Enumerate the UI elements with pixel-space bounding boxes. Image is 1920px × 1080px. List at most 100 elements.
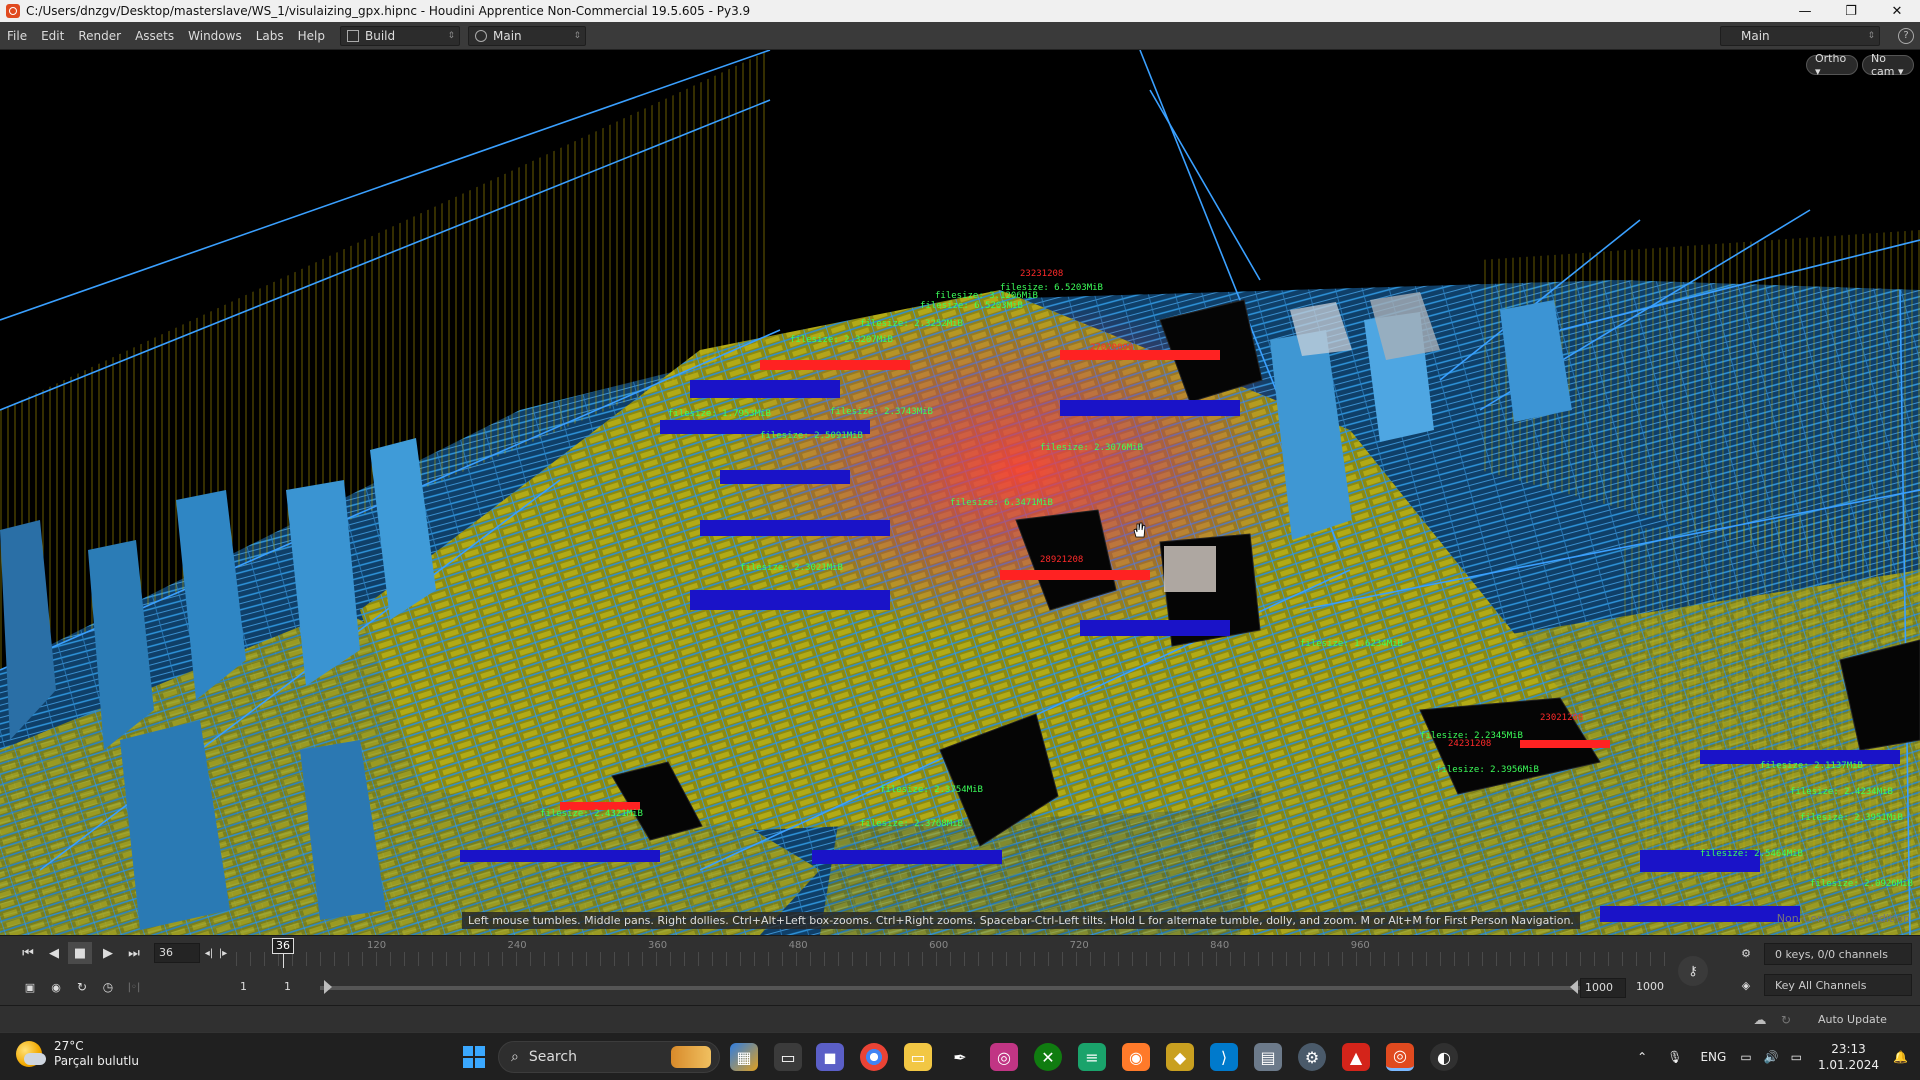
filesize-label: filesize: 2.4321MiB <box>540 809 643 819</box>
maximize-button[interactable]: ❐ <box>1828 0 1874 22</box>
chevron-updown-icon: ⇕ <box>1867 30 1875 41</box>
current-frame-marker[interactable]: 36 <box>272 938 294 954</box>
pane-main-select[interactable]: Main ⇕ <box>1720 25 1880 46</box>
realtime-icon[interactable]: ▣ <box>18 976 42 998</box>
playbar: ⏮ ◀ ■ ▶ ⏭ 36 ◂| |▸ 120 240 360 480 600 7… <box>0 935 1920 1005</box>
widgets-icon[interactable]: ▦ <box>730 1043 758 1071</box>
menu-edit[interactable]: Edit <box>34 29 71 43</box>
menu-help[interactable]: Help <box>291 29 332 43</box>
step-back-icon[interactable]: ◂| <box>202 942 216 964</box>
loop-icon[interactable]: ↻ <box>70 976 94 998</box>
range-slider[interactable] <box>320 986 1580 990</box>
jump-end-icon[interactable]: ⏭ <box>122 942 146 964</box>
language-indicator[interactable]: ENG <box>1700 1050 1726 1064</box>
teams-chat-icon[interactable]: ◼ <box>816 1043 844 1071</box>
vscode-icon[interactable]: ⟩ <box>1210 1043 1238 1071</box>
filesize-label: filesize: 2.3951MiB <box>1800 813 1903 823</box>
menu-labs[interactable]: Labs <box>249 29 291 43</box>
filesize-label: filesize: 2.3076MiB <box>1040 443 1143 453</box>
unity-hub-icon[interactable]: ◆ <box>1166 1043 1194 1071</box>
houdini-launcher-icon[interactable]: ◐ <box>1430 1043 1458 1071</box>
battery-icon[interactable]: ▭ <box>1791 1050 1802 1064</box>
play-reverse-icon[interactable]: ◀ <box>42 942 66 964</box>
range-start-field[interactable]: 1 <box>236 978 274 998</box>
scene-viewport[interactable]: filesize: 6.5203MiB filesize: 3.1206MiB fi… <box>0 50 1920 935</box>
step-forward-icon[interactable]: |▸ <box>216 942 230 964</box>
tick-label: 360 <box>648 940 668 951</box>
filesize-label: filesize: 2.3743MiB <box>830 407 933 417</box>
clock[interactable]: 23:13 1.01.2024 <box>1818 1041 1879 1073</box>
range-end-field[interactable]: 1000 <box>1580 978 1626 998</box>
filesize-label: filesize: 1.6234MiB <box>1300 639 1403 649</box>
filesize-label: filesize: 2.3021MiB <box>740 563 843 573</box>
range-start-handle[interactable] <box>324 980 332 994</box>
key-icon[interactable]: ⚷ <box>1678 956 1708 986</box>
task-view-icon[interactable]: ▭ <box>774 1043 802 1071</box>
filesize-label: filesize: 2.3754MiB <box>880 785 983 795</box>
chrome-icon[interactable] <box>860 1043 888 1071</box>
volume-icon[interactable]: 🔊 <box>1764 1050 1779 1064</box>
stop-icon[interactable]: ■ <box>68 942 92 964</box>
notes-icon[interactable]: ≡ <box>1078 1043 1106 1071</box>
ortho-view-button[interactable]: Ortho ▾ <box>1806 52 1858 78</box>
search-icon: ⌕ <box>511 1049 519 1065</box>
houdini-taskbar-icon[interactable]: ◎ <box>1386 1043 1414 1071</box>
minimize-button[interactable]: — <box>1782 0 1828 22</box>
acrobat-icon[interactable]: ▲ <box>1342 1043 1370 1071</box>
windows-taskbar: 27°C Parçalı bulutlu ⌕ Search ▦ ▭ ◼ ▭ ✒ … <box>0 1032 1920 1080</box>
filesize-label: filesize: 2.1137MiB <box>1760 761 1863 771</box>
timestamp-label: 23231208 <box>1020 269 1063 279</box>
camera-menu-button[interactable]: No cam ▾ <box>1862 52 1914 78</box>
remote-desktop-icon[interactable]: ▤ <box>1254 1043 1282 1071</box>
menu-assets[interactable]: Assets <box>128 29 181 43</box>
window-titlebar: C:/Users/dnzgv/Desktop/masterslave/WS_1/… <box>0 0 1920 22</box>
instagram-icon[interactable]: ◎ <box>990 1043 1018 1071</box>
clock-icon[interactable]: ◷ <box>96 976 120 998</box>
range-end-handle[interactable] <box>1570 980 1578 994</box>
refresh-icon[interactable]: ↻ <box>1774 1009 1798 1031</box>
file-explorer-icon[interactable]: ▭ <box>904 1043 932 1071</box>
desktop-build-select[interactable]: Build ⇕ <box>340 25 460 46</box>
network-icon[interactable]: ▭ <box>1740 1050 1751 1064</box>
microphone-icon[interactable]: 🎙 <box>1667 1050 1682 1064</box>
timeline-ruler[interactable]: 120 240 360 480 600 720 840 960 <box>236 940 1670 968</box>
key-all-channels-button[interactable]: Key All Channels <box>1764 974 1912 996</box>
keyframe-icon[interactable]: ◈ <box>1734 974 1758 996</box>
notification-bell-icon[interactable]: 🔔 <box>1893 1050 1908 1064</box>
xbox-icon[interactable]: ✕ <box>1034 1043 1062 1071</box>
menu-windows[interactable]: Windows <box>181 29 249 43</box>
timestamp-label: 28921208 <box>1040 555 1083 565</box>
menu-render[interactable]: Render <box>71 29 128 43</box>
search-placeholder: Search <box>528 1049 577 1065</box>
timestamp-label: 24231208 <box>1448 739 1491 749</box>
chevron-up-icon[interactable]: ⌃ <box>1637 1050 1647 1064</box>
shelf-main-select[interactable]: Main ⇕ <box>468 25 586 46</box>
jump-start-icon[interactable]: ⏮ <box>16 942 40 964</box>
settings-icon[interactable]: ⚙ <box>1298 1043 1326 1071</box>
filesize-label: filesize: 6.3471MiB <box>950 498 1053 508</box>
play-forward-icon[interactable]: ▶ <box>96 942 120 964</box>
cloud-icon[interactable]: ☁ <box>1748 1009 1772 1031</box>
auto-update-select[interactable]: Auto Update <box>1800 1008 1912 1030</box>
menu-file[interactable]: File <box>0 29 34 43</box>
range-end-field-2[interactable]: 1000 <box>1632 978 1678 998</box>
audio-icon[interactable]: ◉ <box>44 976 68 998</box>
desktop-icon <box>347 29 359 42</box>
weather-widget[interactable]: 27°C Parçalı bulutlu <box>16 1039 139 1069</box>
range-icon[interactable]: |◦| <box>122 976 146 998</box>
hand-cursor-icon <box>1132 522 1146 538</box>
viewport-scene[interactable]: filesize: 6.5203MiBfilesize: 3.1206MiB fi… <box>0 50 1920 935</box>
range-start-field-2[interactable]: 1 <box>280 978 318 998</box>
close-button[interactable]: ✕ <box>1874 0 1920 22</box>
taskbar-search[interactable]: ⌕ Search <box>498 1041 720 1073</box>
channel-icon[interactable]: ⚙ <box>1734 942 1758 964</box>
windows-start-icon[interactable] <box>460 1043 488 1071</box>
help-icon[interactable]: ? <box>1898 27 1914 44</box>
tick-label: 840 <box>1210 940 1230 951</box>
chevron-updown-icon: ⇕ <box>573 30 581 41</box>
current-frame-field[interactable]: 36 <box>154 943 200 963</box>
keys-channels-display[interactable]: 0 keys, 0/0 channels <box>1764 943 1912 965</box>
filesize-label: filesize: 2.3207MiB <box>790 335 893 345</box>
blender-icon[interactable]: ◉ <box>1122 1043 1150 1071</box>
inkscape-icon[interactable]: ✒ <box>946 1043 974 1071</box>
